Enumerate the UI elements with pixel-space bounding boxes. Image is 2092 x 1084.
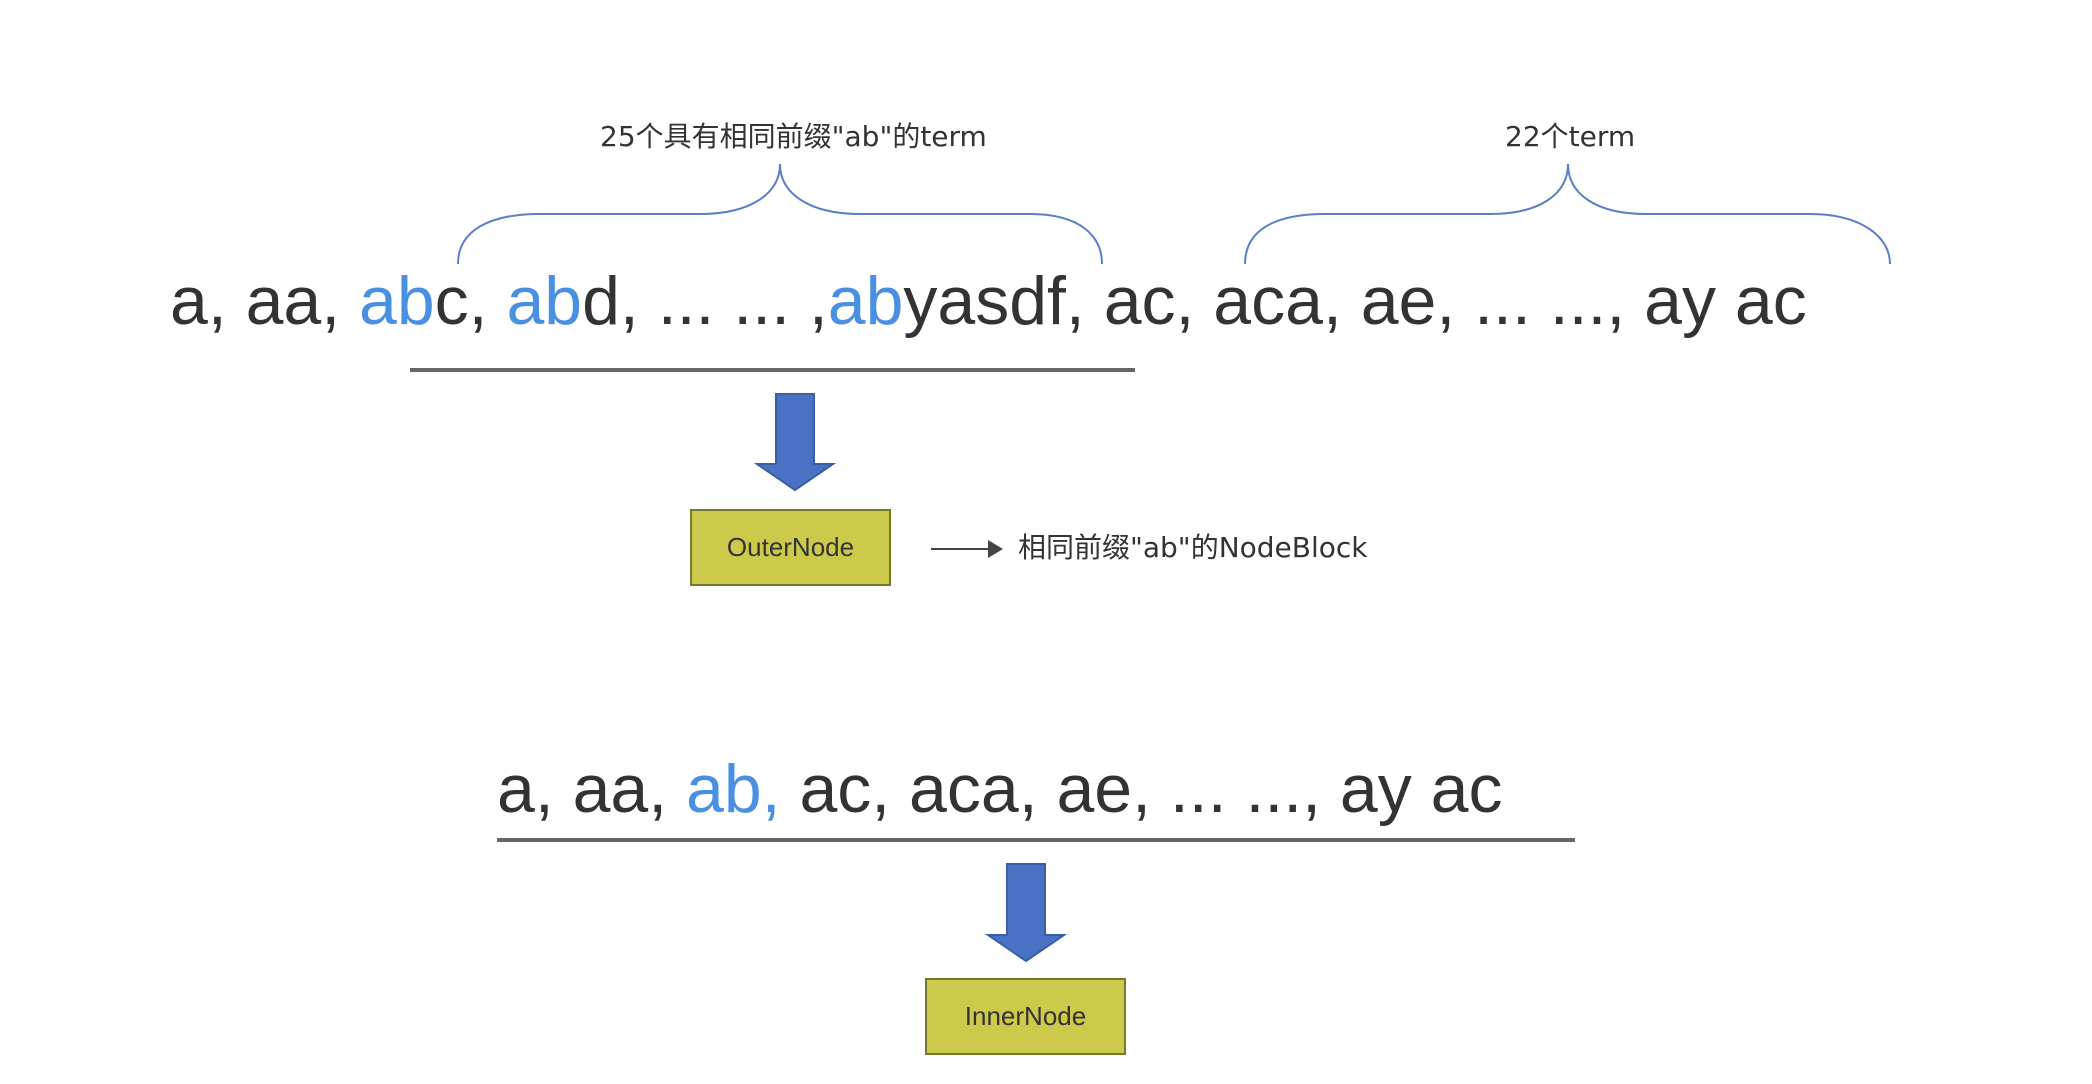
term-segment: c, (434, 263, 507, 339)
term-segment: d, ... ... , (582, 263, 828, 339)
brace-right-label: 22个term (1505, 120, 1636, 153)
prefix-ab-highlight: ab, (686, 751, 781, 827)
prefix-ab-highlight: ab (359, 263, 435, 339)
brace-right (1244, 163, 1891, 265)
term-segment: ac, aca, ae, ... ..., ay ac (780, 751, 1503, 827)
down-arrow-top (753, 393, 837, 492)
term-segment: a, aa, (170, 263, 360, 339)
outer-node-note: 相同前缀"ab"的NodeBlock (1018, 531, 1368, 564)
outer-node-label: OuterNode (726, 532, 855, 562)
bottom-row-underline (497, 838, 1575, 842)
outer-node-box: OuterNode (690, 509, 891, 586)
inner-node-label: InnerNode (964, 1001, 1087, 1031)
inner-node-box: InnerNode (925, 978, 1126, 1055)
brace-left-label: 25个具有相同前缀"ab"的term (600, 120, 987, 153)
top-group-underline (410, 368, 1135, 372)
term-segment: yasdf, ac, aca, ae, ... ..., ay ac (903, 263, 1807, 339)
top-term-sequence: a, aa, abc, abd, ... ... ,abyasdf, ac, a… (170, 261, 1807, 341)
right-arrow-head (988, 540, 1003, 558)
bottom-term-sequence: a, aa, ab, ac, aca, ae, ... ..., ay ac (497, 749, 1502, 829)
term-segment: a, aa, (497, 751, 687, 827)
brace-left (457, 163, 1103, 265)
prefix-ab-highlight: ab (506, 263, 583, 339)
prefix-ab-highlight: ab (827, 263, 904, 339)
down-arrow-bottom (984, 863, 1068, 963)
